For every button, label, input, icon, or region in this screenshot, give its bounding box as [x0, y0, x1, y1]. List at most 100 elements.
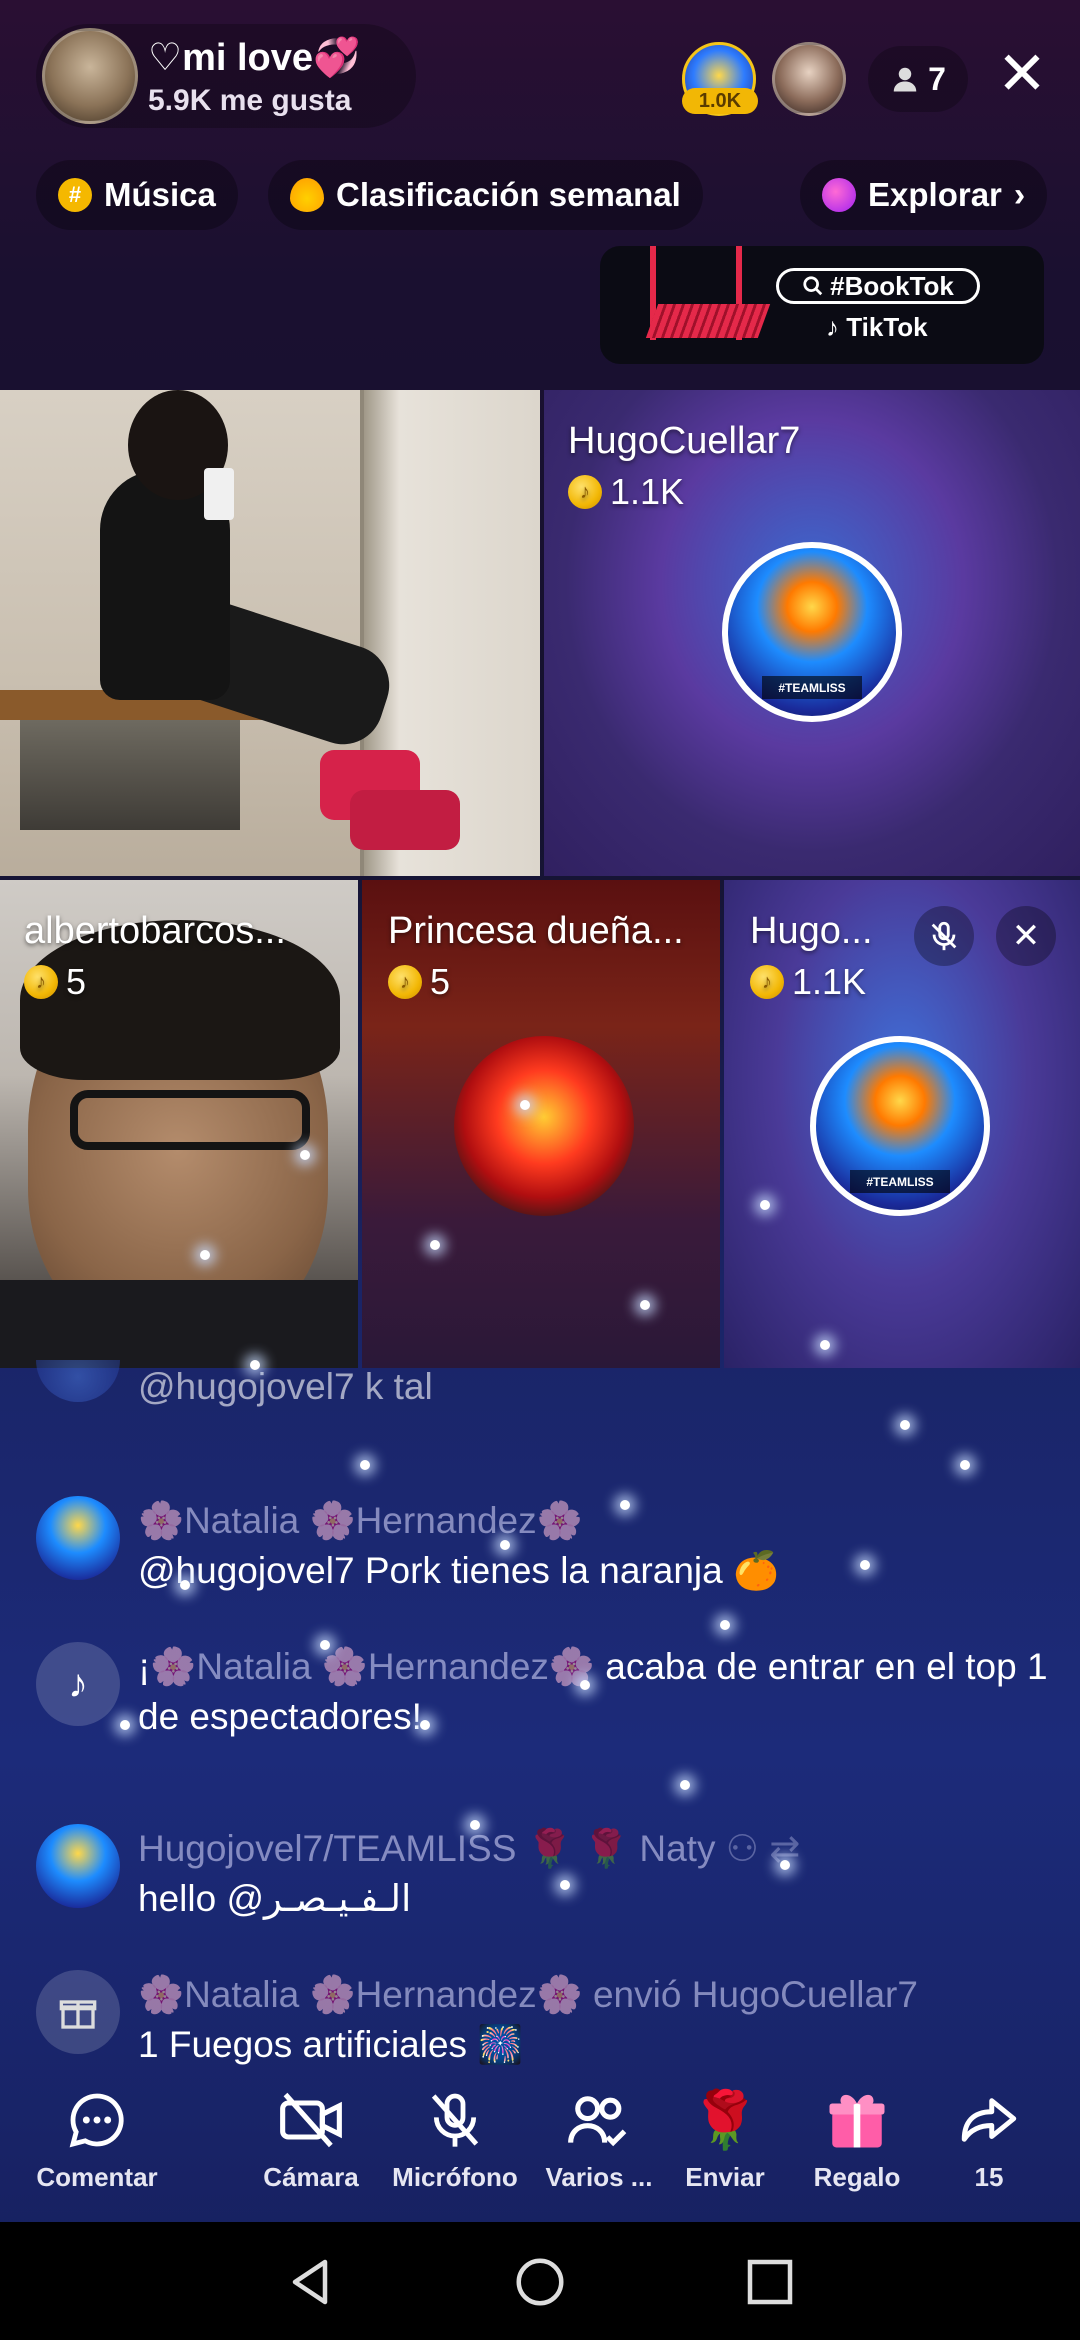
chat-feed[interactable]: @hugojovel7 k tal 🌸Natalia 🌸Hernandez🌸 @… — [0, 1360, 1080, 2070]
chat-message-text: @hugojovel7 k tal — [138, 1366, 433, 1407]
red-boot — [350, 790, 460, 850]
camera-button[interactable]: Cámara — [236, 2084, 386, 2193]
chat-username[interactable]: 🌸Natalia 🌸Hernandez🌸 — [138, 1496, 779, 1546]
chip-weekly-ranking-label: Clasificación semanal — [336, 176, 681, 213]
coin-icon: ♪ — [568, 475, 602, 509]
chip-weekly-ranking[interactable]: Clasificación semanal — [268, 160, 703, 230]
mic-off-icon — [419, 2084, 491, 2156]
guest-coins-value: 1.1K — [610, 471, 685, 512]
microphone-label: Micrófono — [392, 2162, 518, 2192]
close-icon[interactable]: ✕ — [990, 44, 1054, 108]
booktok-banner[interactable]: #BookTok ♪ TikTok — [600, 246, 1044, 364]
booktok-tag-text: #BookTok — [830, 270, 954, 301]
top-viewer-badge: 1.0K — [682, 88, 758, 114]
tiktok-logo-icon: ♪ — [36, 1642, 120, 1726]
comment-button[interactable]: Comentar — [22, 2084, 172, 2193]
avatar-caption: #TEAMLISS — [761, 675, 863, 700]
rose-icon: 🌹 — [690, 2088, 760, 2151]
person-icon — [893, 67, 917, 92]
microphone-button[interactable]: Micrófono — [380, 2084, 530, 2193]
send-rose-button[interactable]: 🌹 Enviar — [650, 2084, 800, 2193]
share-button[interactable]: 15 — [914, 2084, 1064, 2193]
hashtag-icon: # — [58, 178, 92, 212]
multi-guest-icon — [563, 2084, 635, 2156]
top-viewer-avatar-2[interactable] — [772, 42, 846, 116]
guest-tile-hugocuellar7[interactable]: HugoCuellar7 ♪ 1.1K #TEAMLISS — [544, 390, 1080, 876]
camera-label: Cámara — [263, 2162, 359, 2192]
bench-base — [20, 720, 240, 830]
home-icon[interactable] — [510, 2252, 570, 2317]
comment-bubble-icon — [61, 2084, 133, 2156]
comment-label: Comentar — [36, 2162, 158, 2192]
tiktok-brand: ♪ TikTok — [826, 312, 928, 343]
chat-avatar[interactable] — [36, 1824, 120, 1908]
chat-username-text: Hugojovel7/TEAMLISS 🌹 🌹 Naty — [138, 1828, 716, 1869]
chat-username[interactable]: Hugojovel7/TEAMLISS 🌹 🌹 Naty ⚇ ⇄ — [138, 1824, 800, 1874]
viewer-count[interactable]: 7 — [868, 46, 968, 112]
share-arrow-icon — [953, 2084, 1025, 2156]
chat-message: Hugojovel7/TEAMLISS 🌹 🌹 Naty ⚇ ⇄ hello @… — [36, 1824, 800, 1924]
chat-message-text: @hugojovel7 Pork tienes la naranja 🍊 — [138, 1550, 780, 1591]
guest-tile-princesa[interactable]: Princesa dueña... ♪ 5 — [362, 880, 720, 1368]
host-name: ♡mi love💞 — [148, 36, 361, 79]
phone — [204, 468, 234, 520]
back-icon[interactable] — [280, 2252, 340, 2317]
guest-coins: ♪ 5 — [388, 961, 684, 1003]
coin-icon: ♪ — [750, 965, 784, 999]
guest-name: Hugo... — [750, 910, 873, 952]
gift-recipient[interactable]: HugoCuellar7 — [692, 1974, 918, 2015]
guest-coins: ♪ 1.1K — [568, 471, 800, 513]
guest-avatar[interactable]: #TEAMLISS — [722, 542, 902, 722]
gift-label: Regalo — [813, 2162, 901, 2192]
system-nav-bar — [0, 2222, 1080, 2340]
flame-icon — [290, 178, 324, 212]
chat-message: @hugojovel7 k tal — [36, 1360, 433, 1412]
shirt — [0, 1280, 358, 1368]
search-icon — [803, 276, 823, 296]
booktok-tag: #BookTok — [776, 268, 980, 304]
host-video-tile[interactable] — [0, 390, 540, 876]
send-rose-label: Enviar — [685, 2162, 765, 2192]
guest-coins: ♪ 5 — [24, 961, 286, 1003]
viewer-count-value: 7 — [928, 60, 946, 97]
tiktok-brand-text: TikTok — [846, 312, 928, 342]
chat-message-text: hello @الـفـيـصـر — [138, 1878, 412, 1919]
mic-muted-icon[interactable] — [914, 906, 974, 966]
guest-tile-albertobarcos[interactable]: albertobarcos... ♪ 5 — [0, 880, 358, 1368]
guest-coins-value: 5 — [430, 961, 451, 1002]
host-avatar[interactable] — [42, 28, 138, 124]
recents-icon[interactable] — [740, 2252, 800, 2317]
bottom-toolbar: Comentar Cámara Micrófono Varios ... 🌹 E… — [0, 2070, 1080, 2220]
chat-message-text: 1 Fuegos artificiales 🎆 — [138, 2024, 524, 2065]
chevron-right-icon: › — [1013, 175, 1026, 214]
gift-icon — [821, 2084, 893, 2156]
chat-system-message: ♪ ¡🌸Natalia 🌸Hernandez🌸 acaba de entrar … — [36, 1642, 1058, 1742]
guest-avatar[interactable]: #TEAMLISS — [810, 1036, 990, 1216]
guest-avatar[interactable] — [454, 1036, 634, 1216]
guest-name: Princesa dueña... — [388, 910, 684, 952]
guest-icon: ⚇ — [725, 1828, 759, 1869]
guest-name: HugoCuellar7 — [568, 420, 801, 462]
tile-close-icon[interactable]: ✕ — [996, 906, 1056, 966]
planet-icon — [822, 178, 856, 212]
chat-avatar[interactable] — [36, 1496, 120, 1580]
chip-music[interactable]: # Música — [36, 160, 238, 230]
system-prefix: ¡ — [138, 1646, 151, 1687]
coin-icon: ♪ — [24, 965, 58, 999]
chip-explore-label: Explorar — [868, 176, 1002, 213]
host-info[interactable]: ♡mi love💞 5.9K me gusta — [36, 24, 416, 128]
chat-avatar[interactable] — [36, 1360, 120, 1402]
glasses — [70, 1090, 310, 1150]
guest-coins: ♪ 1.1K — [750, 961, 873, 1003]
chip-explore[interactable]: Explorar › — [800, 160, 1048, 230]
chat-username[interactable]: 🌸Natalia 🌸Hernandez🌸 — [150, 1646, 595, 1687]
chat-gift-message: 🌸Natalia 🌸Hernandez🌸 envió HugoCuellar7 … — [36, 1970, 918, 2070]
host-likes: 5.9K me gusta — [148, 83, 352, 117]
coin-icon: ♪ — [388, 965, 422, 999]
gift-button[interactable]: Regalo — [782, 2084, 932, 2193]
tiktok-logo-icon: ♪ — [826, 312, 839, 342]
chat-username[interactable]: 🌸Natalia 🌸Hernandez🌸 — [138, 1974, 583, 2015]
camera-off-icon — [275, 2084, 347, 2156]
guest-coins-value: 5 — [66, 961, 87, 1002]
gift-verb: envió — [582, 1974, 692, 2015]
